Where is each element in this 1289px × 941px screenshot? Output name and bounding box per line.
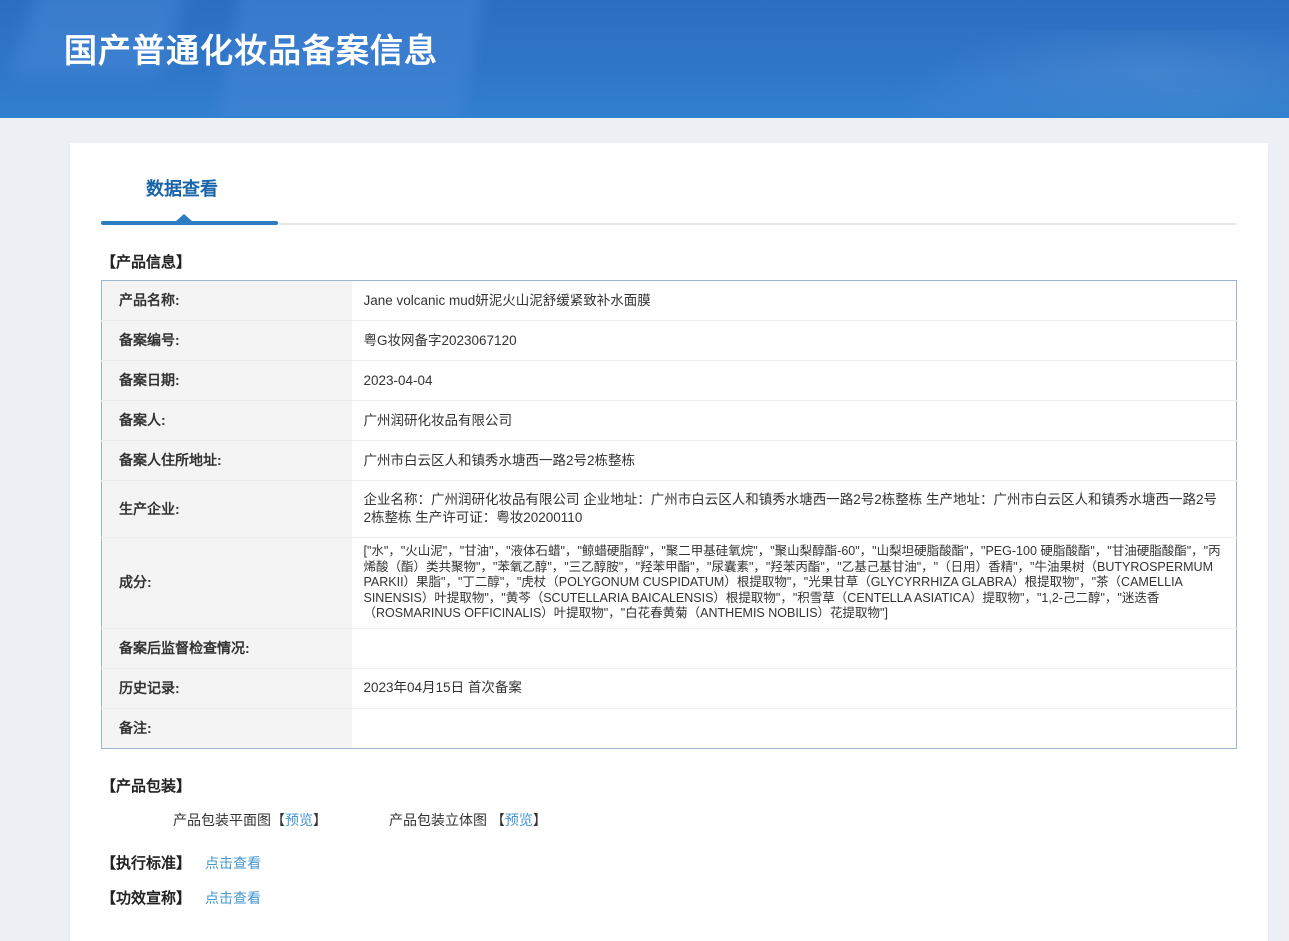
tab-arrow-icon	[175, 214, 193, 222]
row-label: 备案人住所地址:	[102, 441, 352, 481]
section-product-info-title: 【产品信息】	[101, 251, 1237, 272]
section-standard-title: 【执行标准】	[101, 855, 191, 872]
row-label: 备注:	[102, 708, 352, 748]
row-label: 备案人:	[102, 401, 352, 441]
section-efficacy-title: 【功效宣称】	[101, 890, 191, 907]
tab-bar	[101, 215, 1237, 225]
row-label: 历史记录:	[102, 668, 352, 708]
content-card: 数据查看 【产品信息】 产品名称:Jane volcanic mud妍泥火山泥舒…	[70, 143, 1268, 941]
row-label: 备案编号:	[102, 321, 352, 361]
bracket: 【	[491, 812, 505, 828]
page-banner: 国产普通化妆品备案信息	[0, 0, 1289, 118]
table-row: 备案人住所地址:广州市白云区人和镇秀水塘西一路2号2栋整栋	[102, 441, 1237, 481]
flat-image-label: 产品包装平面图	[173, 812, 271, 828]
table-row: 成分:["水"，"火山泥"，"甘油"，"液体石蜡"，"鲸蜡硬脂醇"，"聚二甲基硅…	[102, 538, 1237, 629]
efficacy-line: 【功效宣称】点击查看	[101, 887, 1237, 908]
tab-active-indicator	[101, 221, 278, 225]
table-row: 备案编号:粤G妆网备字2023067120	[102, 321, 1237, 361]
row-value: 广州市白云区人和镇秀水塘西一路2号2栋整栋	[352, 441, 1237, 481]
table-row: 备案日期:2023-04-04	[102, 361, 1237, 401]
row-value: ["水"，"火山泥"，"甘油"，"液体石蜡"，"鲸蜡硬脂醇"，"聚二甲基硅氧烷"…	[352, 538, 1237, 629]
bracket: 】	[313, 812, 327, 828]
banner-decoration-wave	[909, 70, 1169, 118]
packaging-line: 产品包装平面图【预览】产品包装立体图 【预览】	[173, 810, 1237, 830]
solid-image-label: 产品包装立体图	[389, 812, 487, 828]
solid-image-preview-link[interactable]: 预览	[505, 812, 533, 828]
row-label: 产品名称:	[102, 281, 352, 321]
bracket: 】	[533, 812, 547, 828]
row-label: 备案后监督检查情况:	[102, 628, 352, 668]
row-label: 生产企业:	[102, 481, 352, 538]
section-packaging-title: 【产品包装】	[101, 775, 1237, 796]
product-info-table: 产品名称:Jane volcanic mud妍泥火山泥舒缓紧致补水面膜备案编号:…	[101, 280, 1237, 749]
table-row: 历史记录:2023年04月15日 首次备案	[102, 668, 1237, 708]
table-row: 备案后监督检查情况:	[102, 628, 1237, 668]
row-value: Jane volcanic mud妍泥火山泥舒缓紧致补水面膜	[352, 281, 1237, 321]
standard-line: 【执行标准】点击查看	[101, 852, 1237, 873]
standard-view-link[interactable]: 点击查看	[205, 855, 261, 871]
table-row: 产品名称:Jane volcanic mud妍泥火山泥舒缓紧致补水面膜	[102, 281, 1237, 321]
row-value: 企业名称：广州润研化妆品有限公司 企业地址：广州市白云区人和镇秀水塘西一路2号2…	[352, 481, 1237, 538]
tab-bar-divider	[278, 223, 1237, 225]
table-row: 生产企业:企业名称：广州润研化妆品有限公司 企业地址：广州市白云区人和镇秀水塘西…	[102, 481, 1237, 538]
tab-data-view[interactable]: 数据查看	[146, 175, 218, 201]
row-value: 广州润研化妆品有限公司	[352, 401, 1237, 441]
bracket: 【	[271, 812, 285, 828]
row-value	[352, 708, 1237, 748]
row-label: 成分:	[102, 538, 352, 629]
table-row: 备案人:广州润研化妆品有限公司	[102, 401, 1237, 441]
row-value: 2023年04月15日 首次备案	[352, 668, 1237, 708]
page-title: 国产普通化妆品备案信息	[0, 0, 1289, 72]
row-value	[352, 628, 1237, 668]
flat-image-preview-link[interactable]: 预览	[285, 812, 313, 828]
row-value: 粤G妆网备字2023067120	[352, 321, 1237, 361]
row-label: 备案日期:	[102, 361, 352, 401]
row-value: 2023-04-04	[352, 361, 1237, 401]
tab-data-view-label: 数据查看	[146, 179, 218, 199]
efficacy-view-link[interactable]: 点击查看	[205, 890, 261, 906]
page-body: 数据查看 【产品信息】 产品名称:Jane volcanic mud妍泥火山泥舒…	[0, 118, 1289, 941]
table-row: 备注:	[102, 708, 1237, 748]
